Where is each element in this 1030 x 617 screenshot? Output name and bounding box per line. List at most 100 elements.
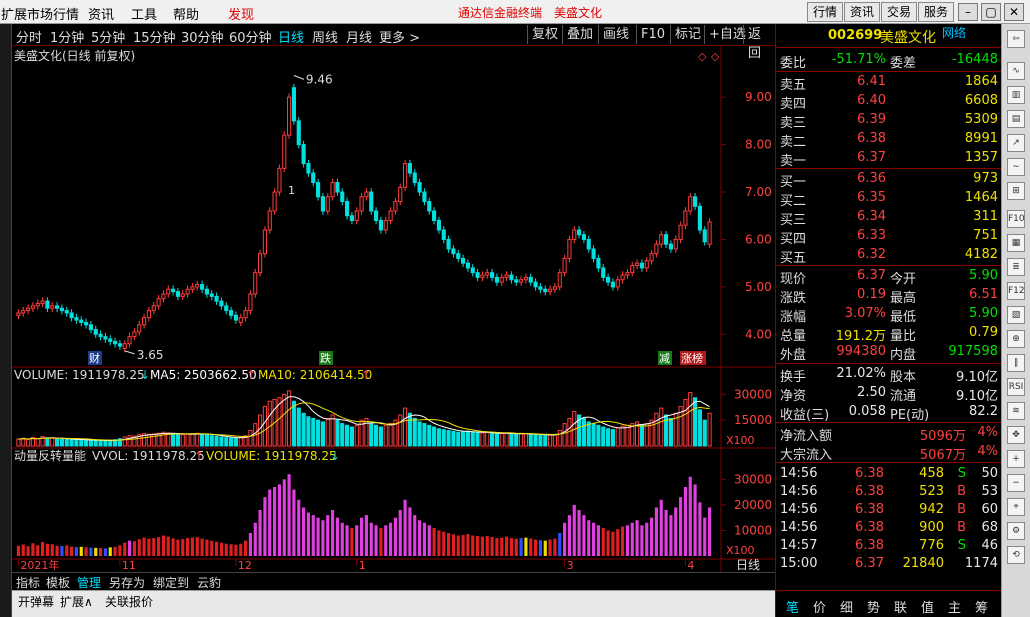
service-button[interactable]: 服务 (918, 2, 955, 22)
draw-line-button[interactable]: 画线 (598, 25, 633, 44)
candle (528, 276, 533, 283)
period-more[interactable]: 更多 > (379, 27, 420, 46)
tab-save-as[interactable]: 另存为 (109, 574, 145, 591)
quote-button[interactable]: 行情 (807, 2, 844, 22)
tag-die[interactable]: 跌 (320, 351, 331, 365)
f10-button[interactable]: F10 (636, 25, 669, 44)
pin-icon[interactable]: ⌖ (1007, 498, 1025, 516)
menu-tools[interactable]: 工具 (131, 4, 157, 23)
tick-price: 6.37 (855, 556, 884, 571)
diamond-icon[interactable]: ◇ (711, 50, 720, 63)
navigate-icon[interactable]: ✥ (1007, 426, 1025, 444)
tag-cai[interactable]: 财 (89, 351, 100, 365)
tag-jian[interactable]: 减 (659, 352, 670, 365)
period-1min[interactable]: 1分钟 (50, 27, 84, 46)
menu-discover[interactable]: 发现 (228, 4, 254, 23)
indicator-bar (224, 543, 228, 556)
tab-value[interactable]: 值 (921, 597, 934, 616)
volume-bar (697, 409, 702, 447)
period-daily[interactable]: 日线 (278, 27, 304, 46)
tick-side: B (957, 502, 966, 517)
volume-bar (282, 393, 287, 447)
mark-button[interactable]: 标记 (670, 25, 705, 44)
zoom-out-icon[interactable]: − (1007, 474, 1025, 492)
candle (707, 221, 712, 245)
diamond-icon[interactable]: ◇ (698, 50, 707, 63)
period-5min[interactable]: 5分钟 (91, 27, 125, 46)
volume-bar (59, 438, 64, 447)
kline-chart-icon[interactable]: ▥ (1007, 86, 1025, 104)
volume-bar (388, 423, 393, 447)
info-icon[interactable]: ▦ (1007, 234, 1025, 252)
volume-bar (490, 432, 495, 447)
menu-extended-market[interactable]: 扩展市场行情 (1, 4, 79, 23)
period-monthly[interactable]: 月线 (346, 27, 372, 46)
signal-icon[interactable]: ≋ (1007, 402, 1025, 420)
candle (461, 257, 466, 264)
candle-chart-icon[interactable]: ⊞ (1007, 182, 1025, 200)
related-quote-button[interactable]: 关联报价 (105, 593, 153, 610)
settings-icon[interactable]: ⚙ (1007, 522, 1025, 540)
tab-main[interactable]: 主 (948, 597, 961, 616)
f12-icon[interactable]: F12 (1007, 282, 1025, 300)
tick-row: 14:56 6.38 942 B 60 (776, 501, 1002, 520)
tab-ticks[interactable]: 笔 (786, 597, 799, 616)
indicator-bar (258, 510, 262, 556)
period-60min[interactable]: 60分钟 (229, 27, 272, 46)
period-30min[interactable]: 30分钟 (181, 27, 224, 46)
up-arrow-icon: ↑ (246, 368, 256, 382)
menu-help[interactable]: 帮助 (173, 4, 199, 23)
close-icon[interactable]: ✕ (1004, 3, 1024, 21)
rsi-icon[interactable]: RSI (1007, 378, 1025, 396)
tab-indicator[interactable]: 指标 (16, 574, 40, 591)
news-button[interactable]: 资讯 (844, 2, 881, 22)
ask-level-label: 卖三 (780, 116, 807, 131)
report-icon[interactable]: ▧ (1007, 306, 1025, 324)
period-weekly[interactable]: 周线 (312, 27, 338, 46)
trend-chart-icon[interactable]: ↗ (1007, 134, 1025, 152)
chart-area[interactable]: 美盛文化(日线 前复权) ◇ ◇ 9.00 8.00 7.00 6.00 5.00 4.0… (12, 46, 775, 572)
tab-bind-to[interactable]: 绑定到 (153, 574, 189, 591)
up-arrow-icon: ↑ (194, 449, 204, 463)
stock-concept-tag[interactable]: 网络 (942, 24, 966, 41)
indicator-bar (548, 539, 552, 556)
candle (514, 279, 519, 283)
news-icon[interactable]: ≣ (1007, 258, 1025, 276)
menu-news[interactable]: 资讯 (88, 4, 114, 23)
danmaku-toggle[interactable]: 开弹幕 (18, 593, 54, 610)
tab-detail[interactable]: 细 (840, 597, 853, 616)
history-icon[interactable]: ⟲ (1007, 546, 1025, 564)
compare-icon[interactable]: ⊕ (1007, 330, 1025, 348)
tab-template[interactable]: 模板 (46, 574, 70, 591)
tick-volume: 458 (919, 466, 944, 481)
candle (171, 288, 176, 293)
expand-toggle[interactable]: 扩展∧ (60, 593, 93, 610)
candle (311, 172, 316, 184)
minimize-icon[interactable]: – (958, 3, 978, 21)
tab-linked[interactable]: 联 (894, 597, 907, 616)
adjust-button[interactable]: 复权 (527, 25, 562, 44)
back-button[interactable]: 返回 (743, 25, 775, 61)
line-chart-icon[interactable]: ∼ (1007, 158, 1025, 176)
overlay-button[interactable]: 叠加 (562, 25, 597, 44)
trade-button[interactable]: 交易 (881, 2, 918, 22)
period-15min[interactable]: 15分钟 (133, 27, 176, 46)
restore-icon[interactable]: ▢ (981, 3, 1001, 21)
indicator-bar (157, 537, 161, 556)
tab-trend[interactable]: 势 (867, 597, 880, 616)
bar-chart-icon[interactable]: ▤ (1007, 110, 1025, 128)
indicator-name[interactable]: 动量反转量能 (14, 448, 86, 463)
tab-yunbao[interactable]: 云豹 (197, 574, 221, 591)
tab-manage[interactable]: 管理 (77, 574, 101, 591)
zoom-in-icon[interactable]: + (1007, 450, 1025, 468)
bid-row: 买五 6.32 4182 (776, 246, 1002, 266)
collapse-icon[interactable]: ⇦ (1007, 30, 1025, 48)
kline-icon[interactable]: ∥ (1007, 354, 1025, 372)
timeshare-chart-icon[interactable]: ∿ (1007, 62, 1025, 80)
tab-price[interactable]: 价 (813, 597, 826, 616)
volume-bar (233, 437, 238, 447)
period-timeshare[interactable]: 分时 (16, 27, 42, 46)
f10-icon[interactable]: F10 (1007, 210, 1025, 228)
tab-chips[interactable]: 筹 (975, 597, 988, 616)
tag-zhangbang[interactable]: 涨榜 (681, 351, 703, 365)
